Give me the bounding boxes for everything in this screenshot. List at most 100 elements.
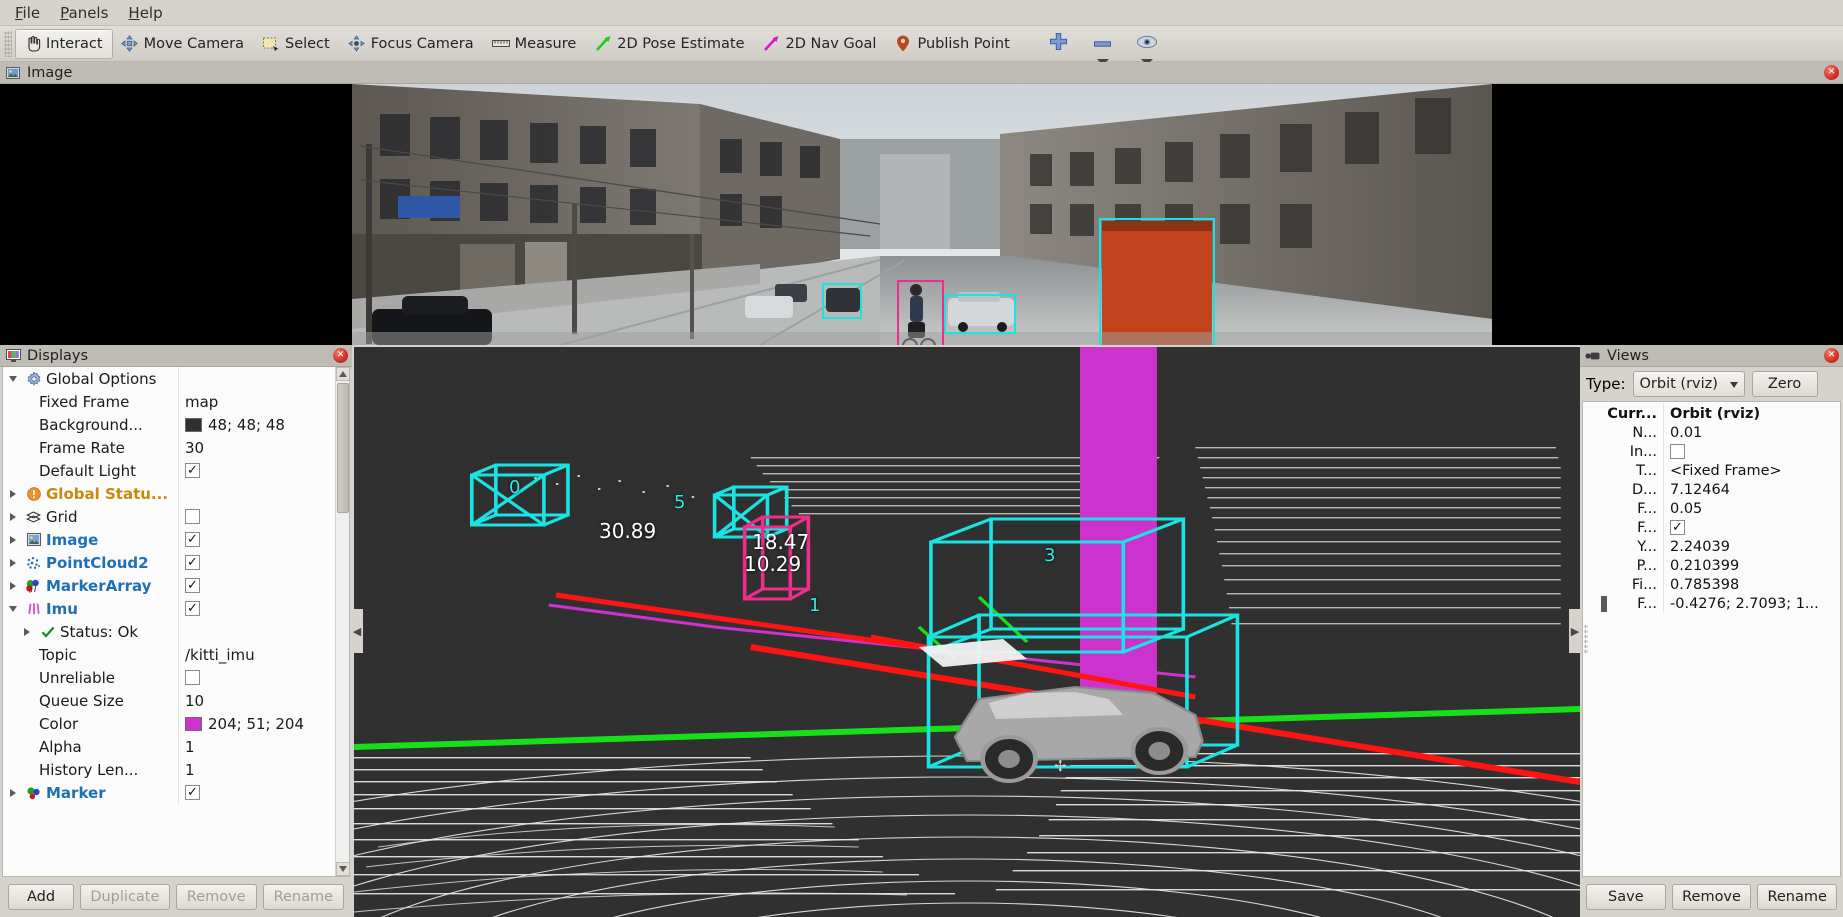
tool-interact[interactable]: Interact [15, 29, 113, 59]
view-property-row[interactable]: N...0.01 [1583, 423, 1840, 442]
collapse-arrow-icon[interactable] [5, 376, 21, 382]
display-row-queue-size[interactable]: Queue Size10 [3, 689, 335, 712]
collapse-arrow-icon[interactable] [1589, 406, 1597, 422]
add-tool-button[interactable] [1044, 29, 1074, 59]
right-splitter-handle[interactable]: ▶ [1569, 609, 1581, 653]
view-property-value[interactable]: <Fixed Frame> [1670, 463, 1782, 479]
display-row-grid[interactable]: Grid [3, 505, 335, 528]
tool-measure[interactable]: Measure [484, 29, 587, 59]
image-panel-close-icon[interactable] [1824, 65, 1839, 80]
view-property-value[interactable]: Orbit (rviz) [1670, 406, 1760, 422]
expand-arrow-icon[interactable] [5, 536, 21, 544]
display-row-alpha[interactable]: Alpha1 [3, 735, 335, 758]
display-row-checkbox[interactable]: ✓ [185, 578, 200, 593]
views-properties-tree[interactable]: Curr...Orbit (rviz)N...0.01In...T...<Fix… [1582, 401, 1841, 877]
color-swatch[interactable] [185, 418, 202, 432]
display-row-fixed-frame[interactable]: Fixed Framemap [3, 390, 335, 413]
zero-button[interactable]: Zero [1752, 371, 1818, 397]
display-row-pointcloud2[interactable]: PointCloud2✓ [3, 551, 335, 574]
display-row-value[interactable]: /kitti_imu [185, 646, 255, 664]
view-property-value[interactable]: -0.4276; 2.7093; 1... [1670, 596, 1819, 612]
expand-arrow-icon[interactable] [5, 789, 21, 797]
menu-file[interactable]: File [6, 1, 49, 25]
display-row-image[interactable]: Image✓ [3, 528, 335, 551]
display-row-checkbox[interactable]: ✓ [185, 601, 200, 616]
view-property-value[interactable]: 2.24039 [1670, 539, 1730, 555]
view-property-value[interactable]: 0.01 [1670, 425, 1702, 441]
view-property-checkbox[interactable] [1670, 444, 1685, 459]
view-property-row[interactable]: Fi...0.785398 [1583, 575, 1840, 594]
display-row-color[interactable]: Color204; 51; 204 [3, 712, 335, 735]
scroll-down-icon[interactable] [336, 862, 350, 876]
display-row-checkbox[interactable]: ✓ [185, 555, 200, 570]
image-canvas[interactable] [0, 84, 1843, 345]
view-property-row[interactable]: F...-0.4276; 2.7093; 1... [1583, 594, 1840, 613]
view-property-row[interactable]: Y...2.24039 [1583, 537, 1840, 556]
menu-help[interactable]: Help [119, 1, 171, 25]
view-property-row[interactable]: Curr...Orbit (rviz) [1583, 404, 1840, 423]
save-view-button[interactable]: Save [1586, 884, 1666, 910]
view-property-value[interactable]: 0.785398 [1670, 577, 1739, 593]
display-row-value[interactable]: 10 [185, 692, 204, 710]
display-row-value[interactable]: 1 [185, 738, 195, 756]
expand-arrow-icon[interactable] [1601, 596, 1607, 612]
tool-2d-pose-estimate[interactable]: 2D Pose Estimate [586, 29, 754, 59]
display-row-imu[interactable]: Imu✓ [3, 597, 335, 620]
collapse-arrow-icon[interactable] [5, 606, 21, 612]
expand-arrow-icon[interactable] [5, 513, 21, 521]
view-property-value[interactable]: 7.12464 [1670, 482, 1730, 498]
expand-arrow-icon[interactable] [5, 582, 21, 590]
tool-2d-nav-goal[interactable]: 2D Nav Goal [755, 29, 887, 59]
menu-panels[interactable]: Panels [51, 1, 117, 25]
display-row-markerarray[interactable]: MarkerArray✓ [3, 574, 335, 597]
tool-focus-camera[interactable]: Focus Camera [340, 29, 484, 59]
left-splitter-handle[interactable]: ◀ [351, 609, 363, 653]
displays-tree[interactable]: Global OptionsFixed FramemapBackground..… [2, 367, 350, 877]
expand-arrow-icon[interactable] [5, 490, 21, 498]
display-row-checkbox[interactable] [185, 509, 200, 524]
view-type-combo[interactable]: Orbit (rviz) [1633, 371, 1745, 397]
display-row-background[interactable]: Background...48; 48; 48 [3, 413, 335, 436]
view-property-row[interactable]: F...✓ [1583, 518, 1840, 537]
view-property-value[interactable]: 0.210399 [1670, 558, 1739, 574]
display-row-checkbox[interactable]: ✓ [185, 532, 200, 547]
display-row-history-len[interactable]: History Len...1 [3, 758, 335, 781]
display-row-checkbox[interactable]: ✓ [185, 785, 200, 800]
views-panel-close-icon[interactable] [1824, 348, 1839, 363]
render-panel-3d[interactable]: 0530.8918.4710.2931 ✢ [354, 347, 1580, 917]
display-row-global-options[interactable]: Global Options [3, 367, 335, 390]
display-row-marker[interactable]: Marker✓ [3, 781, 335, 804]
view-property-row[interactable]: F...0.05 [1583, 499, 1840, 518]
view-property-row[interactable]: D...7.12464 [1583, 480, 1840, 499]
tool-move-camera[interactable]: Move Camera [113, 29, 254, 59]
view-property-checkbox[interactable]: ✓ [1670, 520, 1685, 535]
expand-arrow-icon[interactable] [5, 559, 21, 567]
display-row-value[interactable]: map [185, 393, 218, 411]
remove-view-button[interactable]: Remove [1672, 884, 1752, 910]
display-row-value[interactable]: 1 [185, 761, 195, 779]
remove-tool-button[interactable] [1088, 29, 1118, 59]
displays-scrollbar[interactable] [335, 367, 349, 876]
tool-select[interactable]: Select [254, 29, 340, 59]
display-row-global-statu[interactable]: Global Statu... [3, 482, 335, 505]
color-swatch[interactable] [185, 717, 202, 731]
view-property-row[interactable]: P...0.210399 [1583, 556, 1840, 575]
toolbar-grip[interactable] [4, 31, 12, 57]
view-property-row[interactable]: In... [1583, 442, 1840, 461]
scrollbar-thumb[interactable] [337, 383, 349, 513]
display-row-default-light[interactable]: Default Light✓ [3, 459, 335, 482]
scroll-up-icon[interactable] [336, 367, 350, 381]
display-row-frame-rate[interactable]: Frame Rate30 [3, 436, 335, 459]
display-row-topic[interactable]: Topic/kitti_imu [3, 643, 335, 666]
expand-arrow-icon[interactable] [19, 628, 35, 636]
rename-view-button[interactable]: Rename [1757, 884, 1837, 910]
view-property-row[interactable]: T...<Fixed Frame> [1583, 461, 1840, 480]
visibility-button[interactable] [1132, 29, 1162, 59]
views-grip[interactable] [1584, 624, 1588, 654]
display-row-checkbox[interactable]: ✓ [185, 463, 200, 478]
tool-publish-point[interactable]: Publish Point [886, 29, 1019, 59]
add-display-button[interactable]: Add [8, 884, 74, 910]
view-property-value[interactable]: 0.05 [1670, 501, 1702, 517]
display-row-value[interactable]: 30 [185, 439, 204, 457]
displays-panel-close-icon[interactable] [333, 348, 348, 363]
